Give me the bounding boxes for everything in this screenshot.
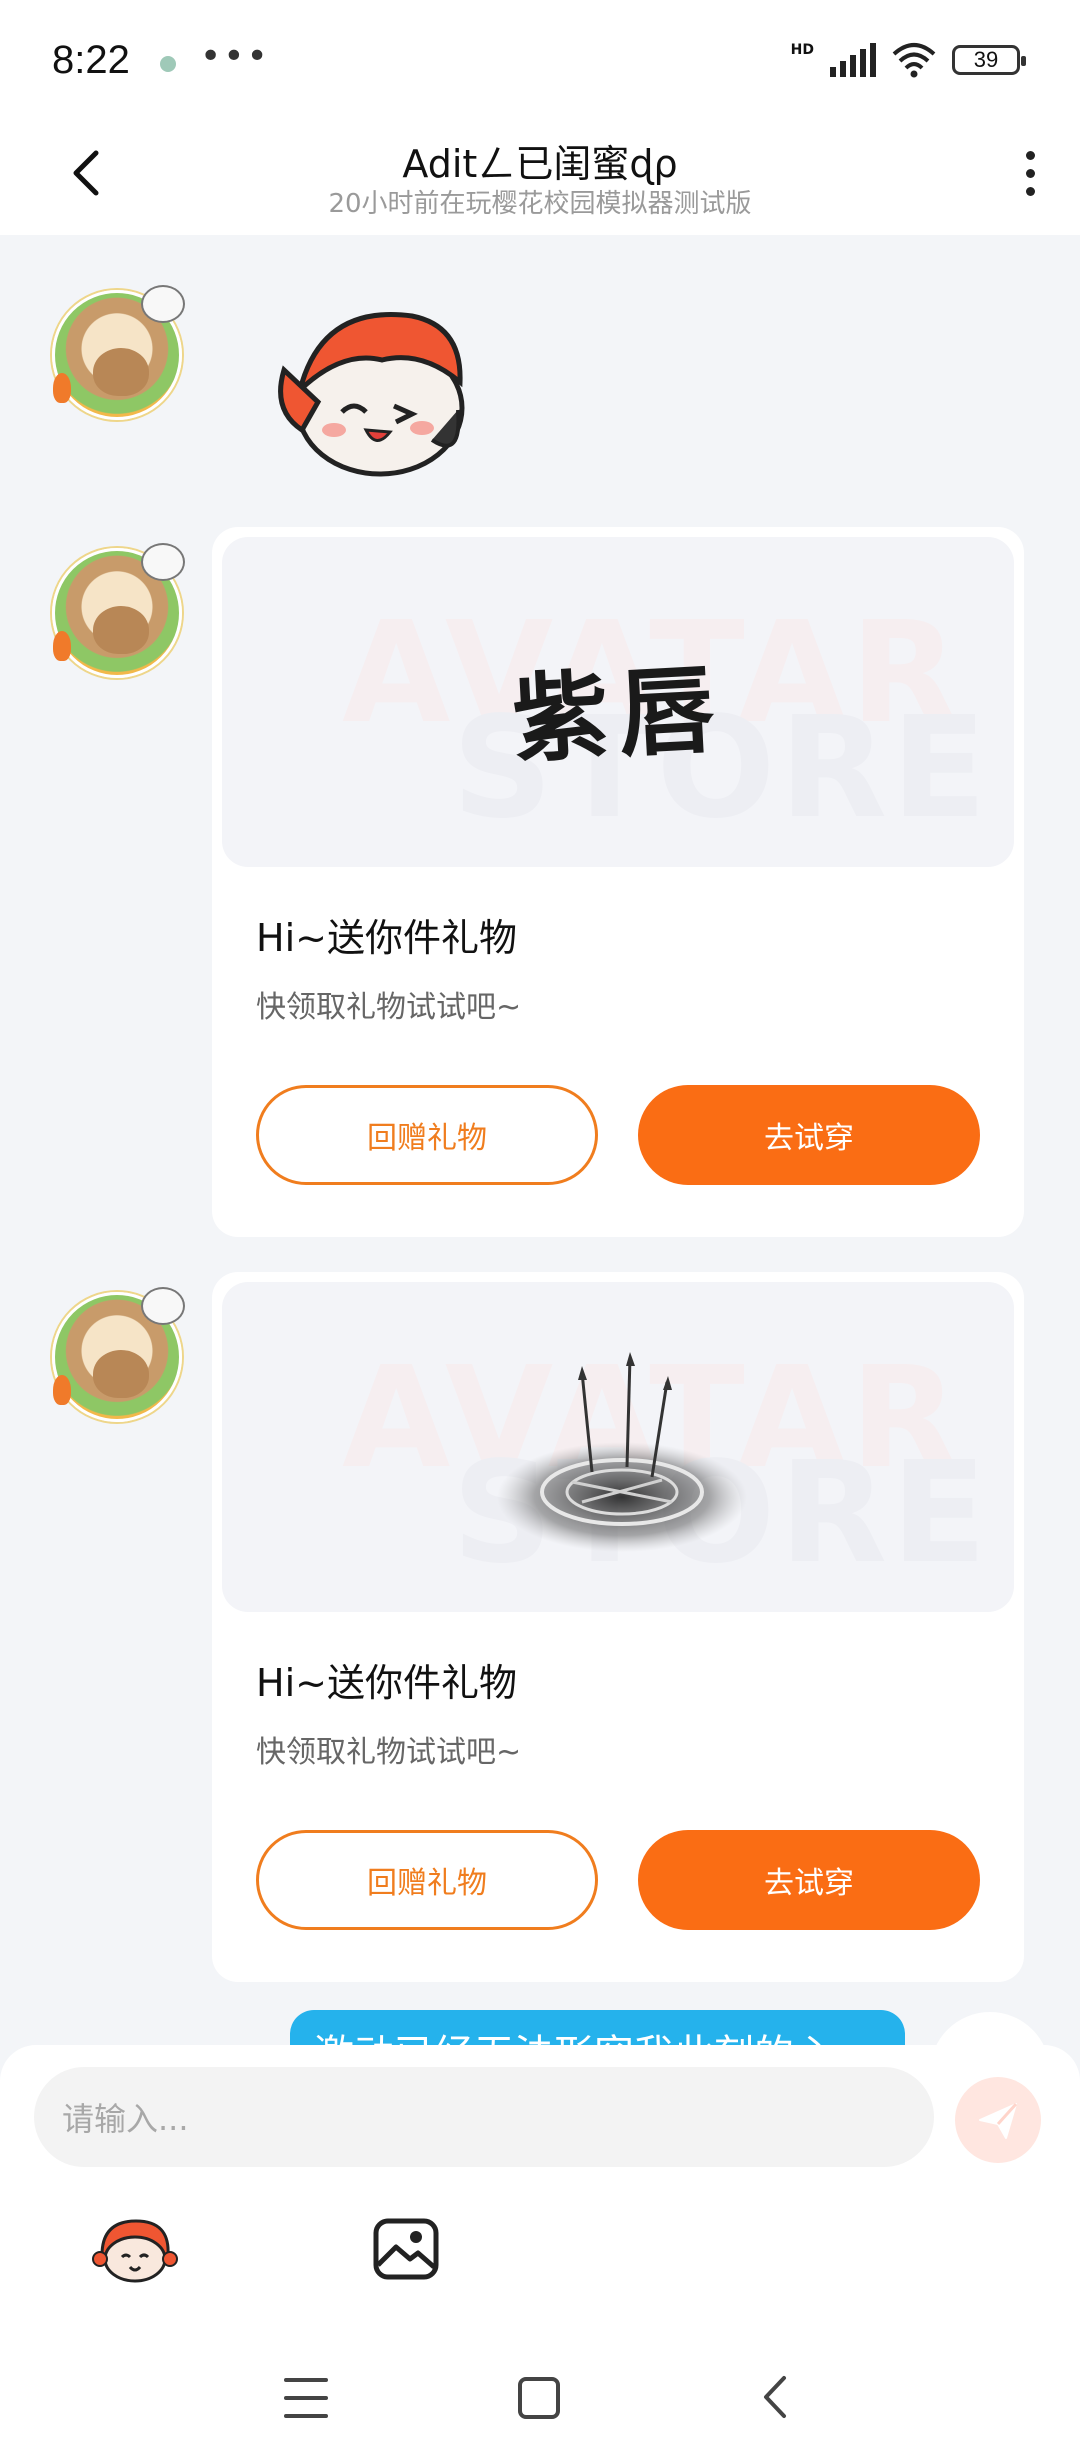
status-time: 8:22 <box>52 38 130 82</box>
chat-header: Aditㄥ已闺蜜ɖρ 20小时前在玩樱花校园模拟器测试版 <box>0 125 1080 235</box>
send-arrow-icon <box>979 2102 1018 2139</box>
nav-menu-button[interactable] <box>284 2378 328 2418</box>
status-bar: 8:22 ••• HD 39 <box>0 0 1080 125</box>
gift-preview-image[interactable]: AVATAR STORE <box>222 1282 1014 1612</box>
network-type-label: HD <box>790 42 814 58</box>
chat-subtitle: 20小时前在玩樱花校园模拟器测试版 <box>328 189 752 219</box>
gift-title: Hi~送你件礼物 <box>256 1661 517 1705</box>
return-gift-button[interactable]: 回赠礼物 <box>256 1085 598 1185</box>
battery-icon: 39 <box>952 45 1026 75</box>
gift-description: 快领取礼物试试吧~ <box>256 990 522 1025</box>
contact-avatar[interactable] <box>52 543 185 678</box>
contact-avatar[interactable] <box>52 285 185 420</box>
status-more-indicator: ••• <box>200 36 270 77</box>
image-icon[interactable] <box>372 2217 440 2281</box>
notification-dot-icon <box>160 56 176 72</box>
chat-title: Aditㄥ已闺蜜ɖρ <box>402 142 678 186</box>
nav-back-icon[interactable] <box>756 2372 796 2422</box>
sticker-icon[interactable] <box>92 2215 178 2285</box>
gift-title: Hi~送你件礼物 <box>256 916 517 960</box>
status-icons: HD 39 <box>790 42 1026 78</box>
more-vertical-icon[interactable] <box>1010 143 1050 203</box>
sticker-message[interactable] <box>262 290 482 480</box>
signal-icon <box>830 43 876 77</box>
contact-avatar[interactable] <box>52 1287 185 1422</box>
message-input[interactable]: 请输入... <box>34 2067 934 2167</box>
wifi-icon <box>892 43 936 78</box>
gift-card: AVATAR STORE 紫唇 Hi~送你件礼物 快领取礼物试试吧~ 回赠礼物 … <box>212 527 1024 1237</box>
gift-preview-image[interactable]: AVATAR STORE 紫唇 <box>222 537 1014 867</box>
nav-home-button[interactable] <box>518 2377 560 2419</box>
try-on-button[interactable]: 去试穿 <box>638 1085 980 1185</box>
return-gift-button[interactable]: 回赠礼物 <box>256 1830 598 1930</box>
gift-card: AVATAR STORE Hi~送你件礼物 快领取礼物试试吧~ 回赠礼物 去试穿 <box>212 1272 1024 1982</box>
try-on-button[interactable]: 去试穿 <box>638 1830 980 1930</box>
gift-description: 快领取礼物试试吧~ <box>256 1735 522 1770</box>
magic-circle-icon <box>497 1352 747 1552</box>
send-icon[interactable] <box>955 2077 1041 2163</box>
